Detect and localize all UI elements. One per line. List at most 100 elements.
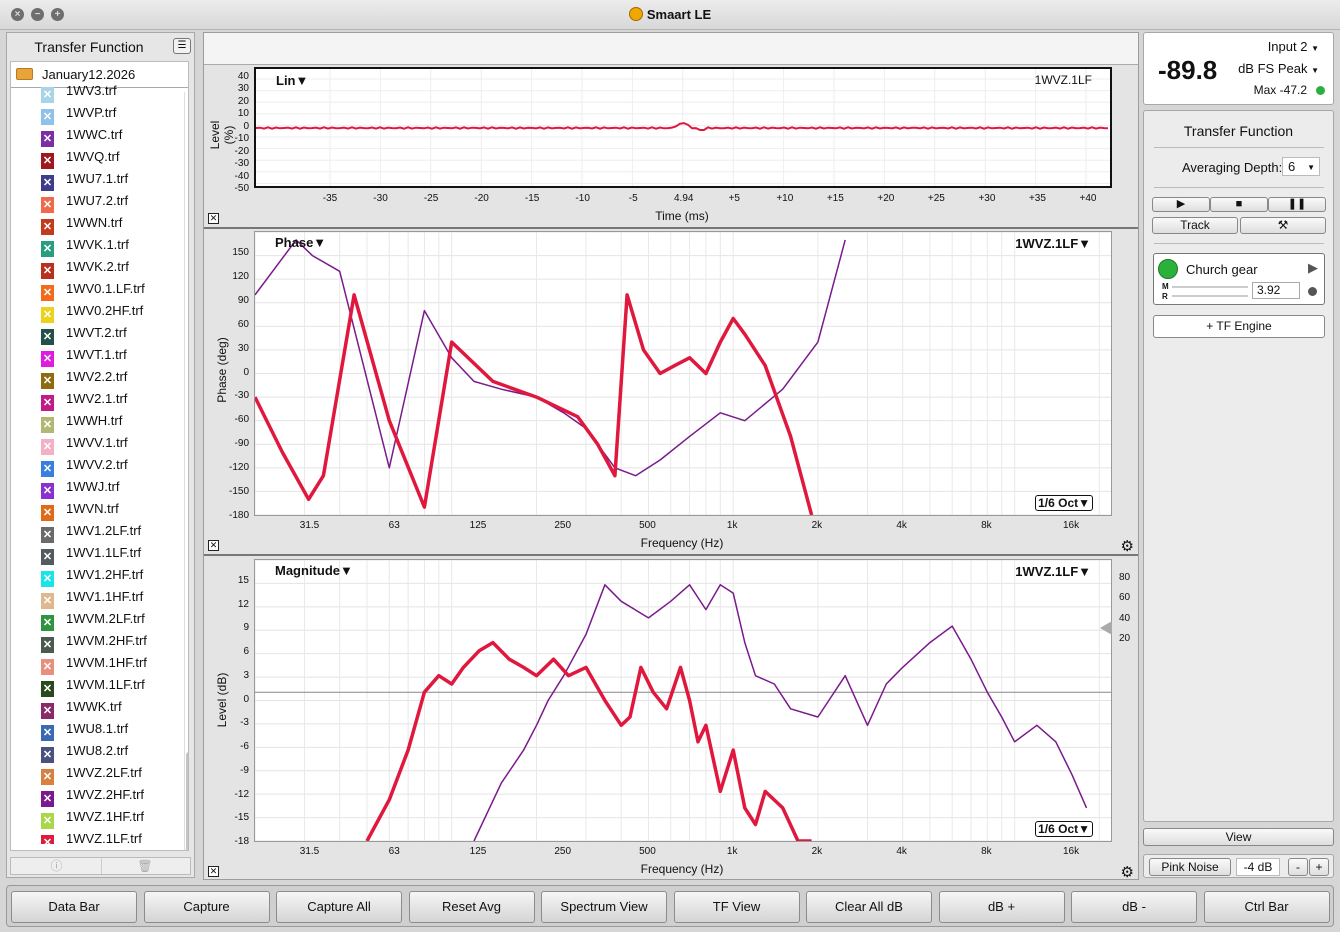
info-icon[interactable]: ⓘ xyxy=(13,858,101,874)
pause-button[interactable]: ❚❚ xyxy=(1268,197,1326,212)
play-button[interactable]: ▶ xyxy=(1152,197,1210,212)
close-phase-plot-icon[interactable]: ✕ xyxy=(208,540,219,551)
file-item[interactable]: ✕ 1WVQ.trf xyxy=(41,146,181,169)
file-item[interactable]: ✕ 1WVT.1.trf xyxy=(41,344,181,367)
file-item[interactable]: ✕ 1WWN.trf xyxy=(41,212,181,235)
file-item[interactable]: ✕ 1WU7.2.trf xyxy=(41,190,181,213)
phase-trace-label[interactable]: 1WVZ.1LF▼ xyxy=(1015,236,1091,251)
file-item[interactable]: ✕ 1WU7.1.trf xyxy=(41,168,181,191)
file-item[interactable]: ✕ 1WVT.2.trf xyxy=(41,322,181,345)
magnitude-trace-label[interactable]: 1WVZ.1LF▼ xyxy=(1015,564,1091,579)
axis-tick-label: 16k xyxy=(1063,846,1080,857)
spectrum-view-button[interactable]: Spectrum View xyxy=(541,891,667,923)
view-button[interactable]: View xyxy=(1143,828,1334,846)
file-item[interactable]: ✕ 1WVZ.2LF.trf xyxy=(41,762,181,785)
axis-tick-label: -9 xyxy=(240,764,249,776)
level-decrease-button[interactable]: - xyxy=(1288,858,1308,876)
axis-tick-label: 3 xyxy=(243,669,249,681)
file-item[interactable]: ✕ 1WU8.1.trf xyxy=(41,718,181,741)
axis-tick-label: 20 xyxy=(1119,633,1131,644)
magnitude-smoothing-select[interactable]: 1/6 Oct▼ xyxy=(1035,821,1093,837)
file-item[interactable]: ✕ 1WU8.2.trf xyxy=(41,740,181,763)
capture-all-button[interactable]: Capture All xyxy=(276,891,402,923)
reset-avg-button[interactable]: Reset Avg xyxy=(408,891,535,923)
file-item[interactable]: ✕ 1WVM.1LF.trf xyxy=(41,674,181,697)
file-item[interactable]: ✕ 1WVV.2.trf xyxy=(41,454,181,477)
file-item[interactable]: ✕ 1WWH.trf xyxy=(41,410,181,433)
trash-icon[interactable]: 🗑 xyxy=(100,858,189,874)
file-item[interactable]: ✕ 1WVZ.1LF.trf xyxy=(41,828,181,844)
axis-tick-label: 15 xyxy=(237,575,249,586)
clear-all-db-button[interactable]: Clear All dB xyxy=(806,891,932,923)
file-item[interactable]: ✕ 1WV2.2.trf xyxy=(41,366,181,389)
phase-settings-gear-icon[interactable]: ⚙ xyxy=(1121,537,1134,555)
file-item[interactable]: ✕ 1WV2.1.trf xyxy=(41,388,181,411)
file-item[interactable]: ✕ 1WV1.2LF.trf xyxy=(41,520,181,543)
magnitude-settings-gear-icon[interactable]: ⚙ xyxy=(1121,863,1134,881)
meter-mode-select[interactable]: dB FS Peak ▼ xyxy=(1238,61,1319,76)
level-meter[interactable]: -89.8 Input 2 ▼ dB FS Peak ▼ Max -47.2 xyxy=(1143,32,1334,105)
delay-value-field[interactable]: 3.92 xyxy=(1252,282,1300,299)
axis-tick-label: +20 xyxy=(877,193,895,204)
axis-tick-label: -20 xyxy=(234,145,249,157)
threshold-handle-icon[interactable] xyxy=(1100,621,1112,635)
magnitude-plot[interactable]: Magnitude▼ 1WVZ.1LF▼ 1/6 Oct▼ xyxy=(254,559,1112,842)
file-item[interactable]: ✕ 1WV1.2HF.trf xyxy=(41,564,181,587)
tf-view-button[interactable]: TF View xyxy=(673,891,800,923)
file-item[interactable]: ✕ 1WVM.2LF.trf xyxy=(41,608,181,631)
stop-button[interactable]: ■ xyxy=(1210,197,1268,212)
tools-icon[interactable]: ⚒ xyxy=(1240,217,1326,234)
file-item[interactable]: ✕ 1WVZ.2HF.trf xyxy=(41,784,181,807)
level-increase-button[interactable]: + xyxy=(1309,858,1329,876)
tf-engine-card[interactable]: Church gear ▶ MR 3.92 xyxy=(1153,253,1325,305)
file-item[interactable]: ✕ 1WVP.trf xyxy=(41,102,181,125)
ctrl-bar-button[interactable]: Ctrl Bar xyxy=(1203,891,1330,923)
file-item[interactable]: ✕ 1WV0.1.LF.trf xyxy=(41,278,181,301)
panel-menu-icon[interactable]: ☰ xyxy=(173,38,191,54)
file-item[interactable]: ✕ 1WVN.trf xyxy=(41,498,181,521)
file-item[interactable]: ✕ 1WV3.trf xyxy=(41,80,181,103)
file-list: January12.2026 ✕ 1WV3.trf ✕ 1WVP.trf ✕ 1WWC.t… xyxy=(10,61,189,851)
add-tf-engine-button[interactable]: + TF Engine xyxy=(1153,315,1325,338)
file-item[interactable]: ✕ 1WVK.1.trf xyxy=(41,234,181,257)
phase-smoothing-select[interactable]: 1/6 Oct▼ xyxy=(1035,495,1093,511)
data-bar-button[interactable]: Data Bar xyxy=(11,891,137,923)
file-item[interactable]: ✕ 1WV1.1HF.trf xyxy=(41,586,181,609)
file-item[interactable]: ✕ 1WVK.2.trf xyxy=(41,256,181,279)
capture-button[interactable]: Capture xyxy=(143,891,270,923)
pink-noise-button[interactable]: Pink Noise xyxy=(1149,858,1231,876)
file-item[interactable]: ✕ 1WVM.2HF.trf xyxy=(41,630,181,653)
file-item[interactable]: ✕ 1WWK.trf xyxy=(41,696,181,719)
file-item[interactable]: ✕ 1WV0.2HF.trf xyxy=(41,300,181,323)
pink-noise-level[interactable]: -4 dB xyxy=(1236,858,1280,876)
close-impulse-plot-icon[interactable]: ✕ xyxy=(208,213,219,224)
file-name: 1WVN.trf xyxy=(66,501,119,516)
engine-active-toggle[interactable] xyxy=(1158,259,1178,279)
engine-expand-arrow-icon[interactable]: ▶ xyxy=(1308,260,1318,276)
file-item[interactable]: ✕ 1WVZ.1HF.trf xyxy=(41,806,181,829)
file-list-scrollbar[interactable] xyxy=(184,92,188,850)
impulse-plot-title[interactable]: Lin▼ xyxy=(276,73,308,88)
magnitude-plot-title[interactable]: Magnitude▼ xyxy=(275,563,353,578)
averaging-depth-select[interactable]: 6 ▼ xyxy=(1282,157,1320,176)
meter-input-select[interactable]: Input 2 ▼ xyxy=(1268,39,1319,54)
file-icon: ✕ xyxy=(41,615,54,631)
file-item[interactable]: ✕ 1WWJ.trf xyxy=(41,476,181,499)
file-item[interactable]: ✕ 1WVM.1HF.trf xyxy=(41,652,181,675)
file-icon: ✕ xyxy=(41,703,54,719)
file-item[interactable]: ✕ 1WVV.1.trf xyxy=(41,432,181,455)
close-magnitude-plot-icon[interactable]: ✕ xyxy=(208,866,219,877)
file-icon: ✕ xyxy=(41,835,54,844)
axis-tick-label: 30 xyxy=(237,342,249,354)
phase-plot[interactable]: Phase▼ 1WVZ.1LF▼ 1/6 Oct▼ xyxy=(254,231,1112,516)
db-button[interactable]: dB - xyxy=(1071,891,1197,923)
axis-tick-label: 63 xyxy=(388,520,400,531)
impulse-plot[interactable]: Lin▼ 1WVZ.1LF xyxy=(254,67,1112,188)
file-item[interactable]: ✕ 1WWC.trf xyxy=(41,124,181,147)
file-name: 1WVQ.trf xyxy=(66,149,120,164)
file-item[interactable]: ✕ 1WV1.1LF.trf xyxy=(41,542,181,565)
track-button[interactable]: Track xyxy=(1152,217,1238,234)
engine-record-dot-icon[interactable] xyxy=(1308,287,1317,296)
phase-plot-title[interactable]: Phase▼ xyxy=(275,235,326,250)
db-button[interactable]: dB + xyxy=(938,891,1065,923)
